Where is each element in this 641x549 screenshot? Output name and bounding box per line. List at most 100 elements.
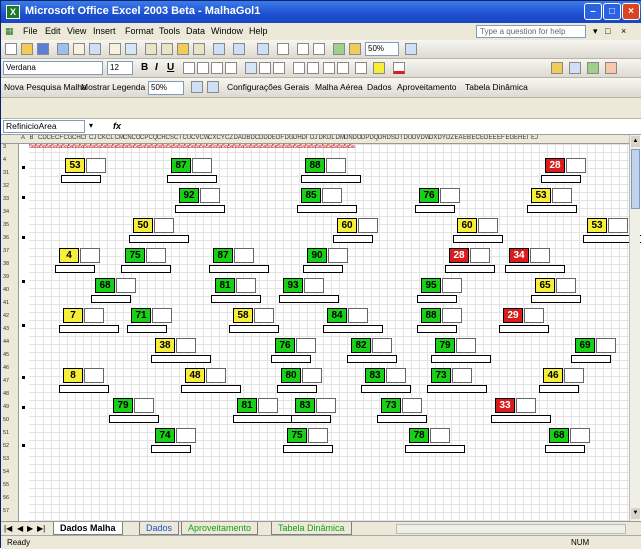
align-center-icon[interactable]: [197, 62, 209, 74]
flight-bar[interactable]: [571, 355, 611, 363]
occupancy-tile[interactable]: 79: [435, 338, 455, 353]
percent-icon[interactable]: [259, 62, 271, 74]
occupancy-tile[interactable]: 87: [171, 158, 191, 173]
menu-window[interactable]: Window: [211, 26, 243, 36]
flight-bar[interactable]: [59, 385, 109, 393]
column-header-label[interactable]: CX: [208, 135, 216, 141]
occupancy-tile[interactable]: 69: [575, 338, 595, 353]
occupancy-tile[interactable]: 8: [63, 368, 83, 383]
maximize-button[interactable]: □: [603, 3, 621, 20]
flight-bar[interactable]: [91, 295, 131, 303]
column-header-label[interactable]: DT: [395, 135, 403, 141]
flight-bar[interactable]: [377, 415, 427, 423]
flight-bar[interactable]: [229, 325, 279, 333]
occupancy-tile[interactable]: 48: [185, 368, 205, 383]
flight-bar[interactable]: [127, 325, 167, 333]
tab-dados[interactable]: Dados: [139, 522, 180, 535]
column-header-label[interactable]: CV: [191, 135, 199, 141]
column-header-label[interactable]: EC: [472, 135, 480, 141]
horizontal-scrollbar[interactable]: [396, 524, 626, 534]
help-search-input[interactable]: Type a question for help: [476, 25, 586, 38]
undo-icon[interactable]: [213, 43, 225, 55]
first-sheet-icon[interactable]: |◀: [4, 524, 12, 533]
flight-bar[interactable]: [211, 295, 261, 303]
column-header-label[interactable]: DC: [251, 135, 260, 141]
decrease-decimal-icon[interactable]: [307, 62, 319, 74]
column-header-label[interactable]: DZ: [446, 135, 454, 141]
occupancy-tile[interactable]: 50: [133, 218, 153, 233]
column-header-label[interactable]: DF: [276, 135, 284, 141]
occupancy-tile[interactable]: 81: [237, 398, 257, 413]
nova-pesquisa-malha-button[interactable]: Nova Pesquisa Malha: [4, 82, 87, 92]
column-header-label[interactable]: DK: [319, 135, 327, 141]
occupancy-tile[interactable]: 53: [65, 158, 85, 173]
drawing-icon[interactable]: [349, 43, 361, 55]
permission-icon[interactable]: [57, 43, 69, 55]
addin-4-icon[interactable]: [605, 62, 617, 74]
align-right-icon[interactable]: [211, 62, 223, 74]
borders-icon[interactable]: [355, 62, 367, 74]
italic-button[interactable]: I: [155, 62, 158, 73]
occupancy-tile[interactable]: 53: [587, 218, 607, 233]
row-header-label[interactable]: 51: [3, 430, 9, 436]
flight-bar[interactable]: [109, 415, 159, 423]
tabela-dinamica-button[interactable]: Tabela Dinâmica: [465, 82, 528, 92]
column-header-label[interactable]: DU: [404, 135, 413, 141]
row-header-label[interactable]: 47: [3, 378, 9, 384]
flight-bar[interactable]: [151, 445, 191, 453]
menu-view[interactable]: View: [67, 26, 86, 36]
column-header-label[interactable]: EE: [489, 135, 497, 141]
occupancy-tile[interactable]: 74: [155, 428, 175, 443]
last-sheet-icon[interactable]: ▶|: [37, 524, 45, 533]
malha-aerea-button[interactable]: Malha Aérea: [315, 82, 363, 92]
column-header-label[interactable]: EH: [514, 135, 522, 141]
dados-button[interactable]: Dados: [367, 82, 392, 92]
occupancy-tile[interactable]: 95: [421, 278, 441, 293]
row-header-label[interactable]: 35: [3, 222, 9, 228]
font-select[interactable]: Verdana: [3, 61, 103, 75]
occupancy-tile[interactable]: 90: [307, 248, 327, 263]
redo-icon[interactable]: [233, 43, 245, 55]
occupancy-tile[interactable]: 53: [531, 188, 551, 203]
flight-bar[interactable]: [445, 265, 495, 273]
flight-bar[interactable]: [121, 265, 171, 273]
column-header-label[interactable]: DY: [438, 135, 446, 141]
row-header-label[interactable]: 56: [3, 495, 9, 501]
occupancy-tile[interactable]: 75: [125, 248, 145, 263]
occupancy-tile[interactable]: 28: [449, 248, 469, 263]
flight-bar[interactable]: [333, 235, 373, 243]
fill-color-icon[interactable]: [373, 62, 385, 74]
column-header-label[interactable]: DR: [378, 135, 387, 141]
vertical-scrollbar[interactable]: ▲ ▼: [629, 135, 640, 521]
help-icon[interactable]: [405, 43, 417, 55]
research-icon[interactable]: [125, 43, 137, 55]
column-header-label[interactable]: CD: [38, 135, 47, 141]
column-header-label[interactable]: ED: [480, 135, 488, 141]
occupancy-tile[interactable]: 82: [351, 338, 371, 353]
column-header-label[interactable]: CL: [106, 135, 114, 141]
merge-center-icon[interactable]: [225, 62, 237, 74]
menu-format[interactable]: Format: [125, 26, 154, 36]
row-header-label[interactable]: 50: [3, 417, 9, 423]
row-header-label[interactable]: 37: [3, 248, 9, 254]
column-header-label[interactable]: CT: [174, 135, 182, 141]
column-header-label[interactable]: CN: [123, 135, 132, 141]
column-header-label[interactable]: DA: [234, 135, 242, 141]
column-header-label[interactable]: CZ: [225, 135, 233, 141]
bold-button[interactable]: B: [141, 62, 148, 73]
occupancy-tile[interactable]: 60: [457, 218, 477, 233]
custom-zoom-select[interactable]: 50%: [148, 81, 184, 95]
occupancy-tile[interactable]: 85: [301, 188, 321, 203]
column-header-label[interactable]: CJ: [89, 135, 96, 141]
column-header-label[interactable]: EI: [523, 135, 529, 141]
row-header-label[interactable]: 42: [3, 313, 9, 319]
malha-sheet[interactable]: 5a5a5a5a5a5a5a5a5a5a5a5a5a5a5a5a5a5a5a5a…: [19, 144, 641, 521]
next-sheet-icon[interactable]: ▶: [27, 524, 33, 533]
occupancy-tile[interactable]: 78: [409, 428, 429, 443]
addin-3-icon[interactable]: [587, 62, 599, 74]
occupancy-tile[interactable]: 4: [59, 248, 79, 263]
prev-sheet-icon[interactable]: ◀: [17, 524, 23, 533]
flight-bar[interactable]: [271, 355, 311, 363]
flight-bar[interactable]: [539, 385, 579, 393]
decrease-indent-icon[interactable]: [323, 62, 335, 74]
